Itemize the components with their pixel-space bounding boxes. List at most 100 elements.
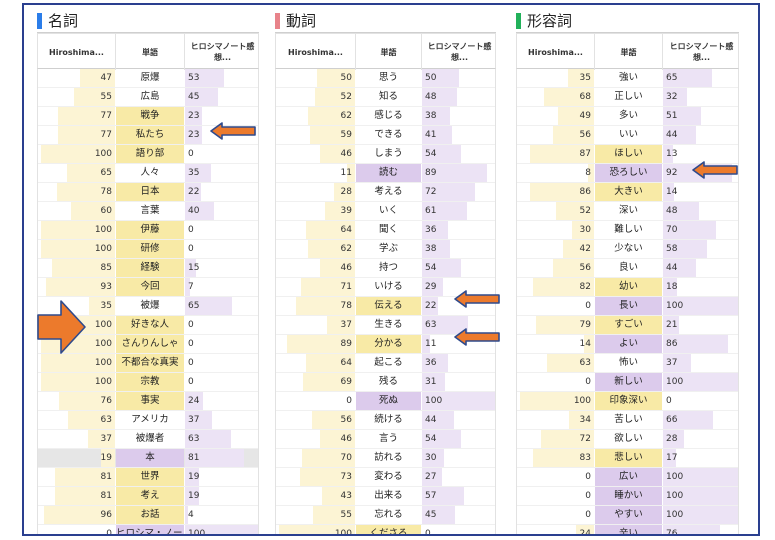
table-row[interactable]: 100 不都合な真実 0 bbox=[38, 354, 258, 373]
table-row[interactable]: 30 難しい 70 bbox=[517, 221, 738, 240]
table-row[interactable]: 0 やすい 100 bbox=[517, 506, 738, 525]
count-value: 76 bbox=[100, 396, 112, 406]
table-row[interactable]: 68 正しい 32 bbox=[517, 88, 738, 107]
table-row[interactable]: 0 新しい 100 bbox=[517, 373, 738, 392]
table-row[interactable]: 85 経験 15 bbox=[38, 259, 258, 278]
table-row[interactable]: 52 深い 48 bbox=[517, 202, 738, 221]
table-row[interactable]: 69 残る 31 bbox=[276, 373, 495, 392]
count-value: 56 bbox=[579, 130, 591, 140]
table-row[interactable]: 39 いく 61 bbox=[276, 202, 495, 221]
table-row[interactable]: 52 知る 48 bbox=[276, 88, 495, 107]
table-row[interactable]: 56 いい 44 bbox=[517, 126, 738, 145]
column-header-word[interactable]: 単語 bbox=[356, 34, 422, 70]
percent-value: 70 bbox=[666, 225, 678, 235]
table-row[interactable]: 55 広島 45 bbox=[38, 88, 258, 107]
word-cell: 大きい bbox=[595, 183, 662, 201]
table-row[interactable]: 19 本 81 bbox=[38, 449, 258, 468]
count-value: 35 bbox=[100, 301, 112, 311]
table-row[interactable]: 49 多い 51 bbox=[517, 107, 738, 126]
table-row[interactable]: 11 読む 89 bbox=[276, 164, 495, 183]
table-row[interactable]: 78 日本 22 bbox=[38, 183, 258, 202]
count-cell: 46 bbox=[276, 145, 355, 163]
count-value: 68 bbox=[579, 92, 591, 102]
table-row[interactable]: 56 続ける 44 bbox=[276, 411, 495, 430]
table-row[interactable]: 82 幼い 18 bbox=[517, 278, 738, 297]
count-value: 39 bbox=[340, 206, 352, 216]
table-row[interactable]: 64 聞く 36 bbox=[276, 221, 495, 240]
count-cell: 63 bbox=[517, 354, 594, 372]
table-row[interactable]: 73 変わる 27 bbox=[276, 468, 495, 487]
table-row[interactable]: 42 少ない 58 bbox=[517, 240, 738, 259]
table-row[interactable]: 100 伊藤 0 bbox=[38, 221, 258, 240]
table-row[interactable]: 76 事実 24 bbox=[38, 392, 258, 411]
table-row[interactable]: 0 睡かい 100 bbox=[517, 487, 738, 506]
count-value: 43 bbox=[340, 491, 352, 501]
panel-title: 動詞 bbox=[286, 12, 317, 30]
column-header-count[interactable]: Hiroshima... bbox=[276, 34, 356, 70]
table-row[interactable]: 37 被爆者 63 bbox=[38, 430, 258, 449]
table-row[interactable]: 70 訪れる 30 bbox=[276, 449, 495, 468]
count-cell: 37 bbox=[276, 316, 355, 334]
word-cell: 好きな人 bbox=[116, 316, 184, 334]
count-cell: 71 bbox=[276, 278, 355, 296]
table-row[interactable]: 50 思う 50 bbox=[276, 69, 495, 88]
table-row[interactable]: 79 すごい 21 bbox=[517, 316, 738, 335]
column-header-percent[interactable]: ヒロシマノート感想... bbox=[422, 34, 497, 70]
percent-cell: 7 bbox=[185, 278, 260, 296]
table-row[interactable]: 60 言葉 40 bbox=[38, 202, 258, 221]
table-row[interactable]: 0 ヒロシマ・ノート 100 bbox=[38, 525, 258, 534]
percent-cell: 15 bbox=[185, 259, 260, 277]
percent-cell: 45 bbox=[185, 88, 260, 106]
table-row[interactable]: 47 原爆 53 bbox=[38, 69, 258, 88]
table-row[interactable]: 65 人々 35 bbox=[38, 164, 258, 183]
table-row[interactable]: 83 悲しい 17 bbox=[517, 449, 738, 468]
word-cell: くださる bbox=[356, 525, 421, 534]
table-row[interactable]: 100 語り部 0 bbox=[38, 145, 258, 164]
table-row[interactable]: 59 できる 41 bbox=[276, 126, 495, 145]
table-row[interactable]: 0 長い 100 bbox=[517, 297, 738, 316]
column-header-count[interactable]: Hiroshima... bbox=[38, 34, 116, 70]
table-row[interactable]: 24 辛い 76 bbox=[517, 525, 738, 534]
percent-cell: 0 bbox=[185, 145, 260, 163]
table-row[interactable]: 93 今回 7 bbox=[38, 278, 258, 297]
column-header-word[interactable]: 単語 bbox=[595, 34, 663, 70]
table-row[interactable]: 0 広い 100 bbox=[517, 468, 738, 487]
table-row[interactable]: 46 言う 54 bbox=[276, 430, 495, 449]
table-row[interactable]: 34 苦しい 66 bbox=[517, 411, 738, 430]
column-header-word[interactable]: 単語 bbox=[116, 34, 185, 70]
table-row[interactable]: 62 感じる 38 bbox=[276, 107, 495, 126]
table-row[interactable]: 55 忘れる 45 bbox=[276, 506, 495, 525]
column-header-percent[interactable]: ヒロシマノート感想... bbox=[185, 34, 260, 70]
table-row[interactable]: 100 研修 0 bbox=[38, 240, 258, 259]
table-row[interactable]: 72 欲しい 28 bbox=[517, 430, 738, 449]
column-header-count[interactable]: Hiroshima... bbox=[517, 34, 595, 70]
table-row[interactable]: 100 くださる 0 bbox=[276, 525, 495, 534]
table-row[interactable]: 100 印象深い 0 bbox=[517, 392, 738, 411]
table-row[interactable]: 35 強い 65 bbox=[517, 69, 738, 88]
table-row[interactable]: 86 大きい 14 bbox=[517, 183, 738, 202]
table-row[interactable]: 63 怖い 37 bbox=[517, 354, 738, 373]
percent-cell: 54 bbox=[422, 259, 497, 277]
table-row[interactable]: 62 学ぶ 38 bbox=[276, 240, 495, 259]
table-row[interactable]: 100 宗教 0 bbox=[38, 373, 258, 392]
word-cell: 言う bbox=[378, 433, 398, 444]
table-row[interactable]: 0 死ぬ 100 bbox=[276, 392, 495, 411]
table-row[interactable]: 28 考える 72 bbox=[276, 183, 495, 202]
table-row[interactable]: 63 アメリカ 37 bbox=[38, 411, 258, 430]
count-cell: 52 bbox=[517, 202, 594, 220]
percent-value: 38 bbox=[425, 244, 437, 254]
table-row[interactable]: 81 考え 19 bbox=[38, 487, 258, 506]
table-row[interactable]: 64 起こる 36 bbox=[276, 354, 495, 373]
table-row[interactable]: 96 お話 4 bbox=[38, 506, 258, 525]
table-row[interactable]: 46 しまう 54 bbox=[276, 145, 495, 164]
table-row[interactable]: 81 世界 19 bbox=[38, 468, 258, 487]
word-cell: 睡かい bbox=[595, 487, 662, 505]
table-row[interactable]: 43 出来る 57 bbox=[276, 487, 495, 506]
word-cell: 出来る bbox=[374, 490, 403, 501]
table-row[interactable]: 56 良い 44 bbox=[517, 259, 738, 278]
word-cell: 強い bbox=[618, 72, 638, 83]
table-row[interactable]: 46 持つ 54 bbox=[276, 259, 495, 278]
word-cell: 生きる bbox=[374, 319, 403, 330]
column-header-percent[interactable]: ヒロシマノート感想... bbox=[663, 34, 740, 70]
table-row[interactable]: 14 よい 86 bbox=[517, 335, 738, 354]
